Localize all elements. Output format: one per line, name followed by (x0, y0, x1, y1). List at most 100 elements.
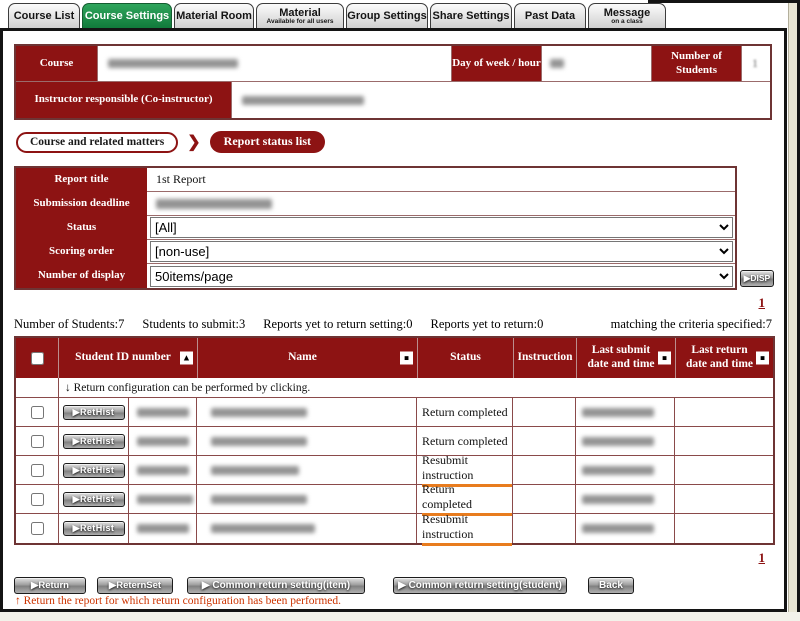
scoring-order-label: Scoring order (16, 240, 147, 264)
header-label: Name (288, 351, 317, 365)
row-checkbox[interactable] (31, 493, 44, 506)
number-of-display-label: Number of display (16, 264, 147, 288)
rethist-button[interactable]: ▶RetHist (63, 492, 125, 507)
report-status-table: Student ID number▲ Name ■ Status Instruct… (14, 336, 775, 545)
day-of-week-label: Day of week / hour (452, 46, 542, 81)
window-bottom-strip (0, 612, 800, 621)
common-return-setting-item-button[interactable]: ▶ Common return setting(item) (187, 577, 365, 594)
tab-past-data[interactable]: Past Data (514, 3, 586, 28)
tab-material[interactable]: MaterialAvailable for all users (256, 3, 344, 28)
redacted-deadline (156, 199, 272, 209)
instruction-cell (513, 427, 576, 455)
return-set-button[interactable]: ▶ReternSet (97, 577, 173, 594)
instruction-cell (513, 485, 576, 513)
sort-icon[interactable]: ■ (658, 352, 671, 365)
header-label: Status (450, 351, 481, 365)
status-text[interactable]: Resubmit instruction (422, 512, 512, 546)
instructor-label: Instructor responsible (Co-instructor) (16, 82, 232, 118)
stats-line: Number of Students:7 Students to submit:… (14, 317, 772, 332)
breadcrumb: Course and related matters ❯ Report stat… (16, 131, 325, 153)
redacted-instructor (242, 96, 364, 105)
rethist-button[interactable]: ▶RetHist (63, 434, 125, 449)
table-note-row: ↓ Return configuration can be performed … (16, 378, 773, 398)
scoring-order-select[interactable]: [non-use] (150, 241, 733, 262)
status-label: Status (16, 216, 147, 240)
header-instruction: Instruction (514, 338, 577, 378)
back-button[interactable]: Back (588, 577, 634, 594)
tab-label: Course Settings (85, 10, 169, 22)
instruction-cell (513, 398, 576, 426)
redacted-course-name (108, 59, 238, 68)
stat-yet-return: Reports yet to return:0 (431, 317, 544, 332)
tab-material-room[interactable]: Material Room (174, 3, 254, 28)
page: Course List Course Settings Material Roo… (0, 0, 800, 621)
table-row: ▶RetHist Return completed (16, 398, 773, 427)
course-value (98, 46, 452, 81)
redacted-student-id (137, 437, 189, 446)
tab-label: Material Room (176, 10, 252, 22)
row-checkbox[interactable] (31, 522, 44, 535)
sort-icon[interactable]: ■ (400, 352, 413, 365)
tab-message[interactable]: Messageon a class (588, 3, 666, 28)
submission-deadline-label: Submission deadline (16, 192, 147, 216)
page-number-link[interactable]: 1 (759, 295, 766, 310)
table-header-row: Student ID number▲ Name ■ Status Instruct… (16, 338, 773, 378)
redacted-submit-date (582, 408, 654, 417)
rethist-button[interactable]: ▶RetHist (63, 463, 125, 478)
row-checkbox[interactable] (31, 406, 44, 419)
tab-group-settings[interactable]: Group Settings (346, 3, 428, 28)
report-table-body: ▶RetHist Return completed ▶RetHist Retur… (16, 398, 773, 543)
rethist-button[interactable]: ▶RetHist (63, 521, 125, 536)
rethist-button[interactable]: ▶RetHist (63, 405, 125, 420)
students-count: 1 (752, 56, 758, 71)
header-name: Name ■ (198, 338, 418, 378)
redacted-submit-date (582, 524, 654, 533)
footer-button-bar: ▶Return ▶ReternSet ▶ Common return setti… (14, 577, 634, 594)
page-number-link[interactable]: 1 (759, 550, 766, 565)
table-row: ▶RetHist Return completed (16, 485, 773, 514)
sort-icon[interactable]: ■ (756, 352, 769, 365)
header-status: Status (418, 338, 514, 378)
common-return-setting-student-button[interactable]: ▶ Common return setting(student) (393, 577, 567, 594)
header-student-id: Student ID number▲ (59, 338, 198, 378)
redacted-student-name (211, 437, 307, 446)
redacted-student-name (211, 524, 315, 533)
stat-number-of-students: Number of Students:7 (14, 317, 124, 332)
redacted-student-id (137, 408, 189, 417)
select-all-cell (16, 338, 59, 378)
stat-matching-criteria: matching the criteria specified:7 (611, 317, 772, 332)
tab-course-list[interactable]: Course List (8, 3, 80, 28)
filter-form: Report title 1st Report Submission deadl… (14, 166, 737, 290)
day-of-week-value (542, 46, 652, 81)
course-related-matters-button[interactable]: Course and related matters (16, 132, 178, 153)
return-button[interactable]: ▶Return (14, 577, 86, 594)
table-row: ▶RetHist Resubmit instruction (16, 456, 773, 485)
status-select[interactable]: [All] (150, 217, 733, 238)
row-checkbox[interactable] (31, 435, 44, 448)
number-of-students-value: 1 (742, 46, 770, 81)
header-label: Last submit date and time (581, 344, 661, 372)
number-of-display-select[interactable]: 50items/page (150, 266, 733, 287)
scrollbar-track[interactable] (788, 2, 797, 612)
redacted-student-id (137, 466, 189, 475)
disp-button[interactable]: ▶DISP (740, 270, 774, 287)
redacted-student-id (137, 524, 189, 533)
tab-course-settings[interactable]: Course Settings (82, 3, 172, 28)
select-all-checkbox[interactable] (31, 352, 44, 365)
status-text[interactable]: Return completed (422, 434, 508, 449)
redacted-student-id (137, 495, 193, 504)
tab-share-settings[interactable]: Share Settings (430, 3, 512, 28)
sort-asc-icon[interactable]: ▲ (180, 352, 193, 365)
redacted-day (550, 59, 564, 68)
window-top-border (648, 0, 797, 3)
tab-sublabel: on a class (611, 18, 642, 25)
row-checkbox[interactable] (31, 464, 44, 477)
return-config-note: ↓ Return configuration can be performed … (59, 378, 773, 397)
header-last-submit: Last submit date and time■ (577, 338, 676, 378)
status-text[interactable]: Return completed (422, 405, 508, 420)
header-label: Instruction (518, 351, 573, 365)
pagination-bottom: 1 (14, 550, 765, 566)
tab-label: Past Data (525, 10, 575, 22)
header-label: Last return date and time (680, 344, 759, 372)
tab-label: Group Settings (347, 10, 426, 22)
